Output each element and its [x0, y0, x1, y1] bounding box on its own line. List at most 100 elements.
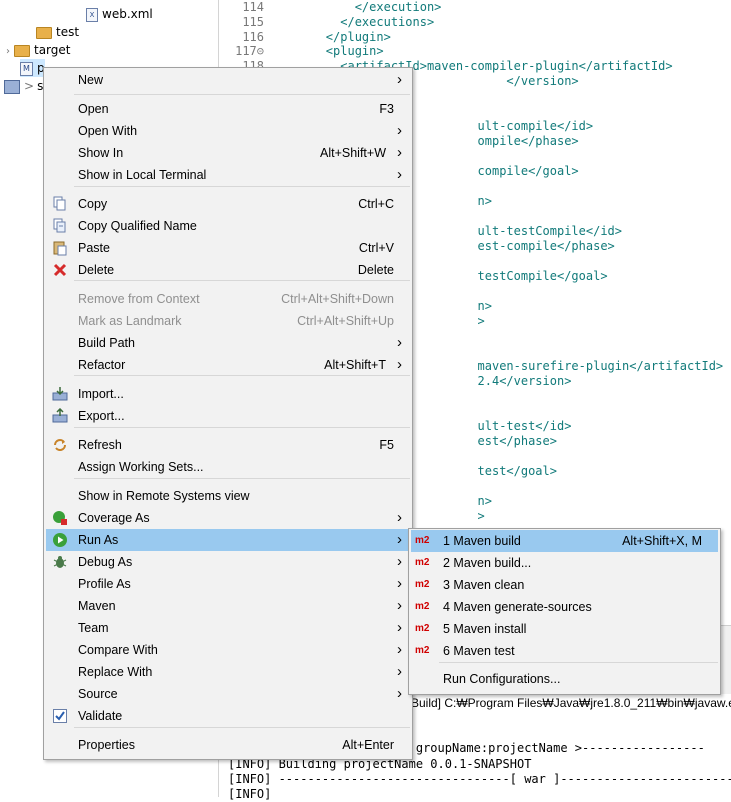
menu-separator [74, 94, 410, 95]
tree-item-target[interactable]: › target [6, 41, 71, 59]
chevron-right-icon: › [397, 531, 402, 548]
menu-item-refactor[interactable]: Refactor Alt+Shift+T › [46, 354, 410, 376]
menu-item-export[interactable]: Export... [46, 405, 410, 427]
menu-item-shortcut: Ctrl+C [358, 197, 394, 211]
chevron-right-icon: › [397, 144, 402, 161]
menu-item-shortcut: F5 [379, 438, 394, 452]
menu-item-label: Refactor [78, 358, 126, 372]
copy-icon [52, 196, 68, 212]
chevron-right-icon: › [397, 356, 402, 373]
menu-item-label: Open [78, 102, 109, 116]
menu-item-label: Copy Qualified Name [78, 219, 197, 233]
menu-item-label: Properties [78, 738, 135, 752]
menu-item-mark-as-landmark[interactable]: Mark as Landmark Ctrl+Alt+Shift+Up [46, 310, 410, 332]
menu-item-label: Compare With [78, 643, 158, 657]
console-line: [INFO] --------------------------------[… [228, 772, 731, 786]
menu-separator [439, 662, 718, 663]
menu-item-show-in[interactable]: Show In Alt+Shift+W › [46, 142, 410, 164]
tree-item-pom[interactable]: Mp [20, 59, 45, 77]
menu-item-label: Paste [78, 241, 110, 255]
chevron-right-icon[interactable]: > [24, 79, 34, 93]
menu-item-team[interactable]: Team › [46, 617, 410, 639]
menu-item-label: Source [78, 687, 118, 701]
submenu-item-7[interactable]: Run Configurations... [411, 668, 718, 690]
maven-file-icon: M [20, 61, 33, 76]
menu-item-label: Debug As [78, 555, 133, 569]
menu-item-open[interactable]: Open F3 [46, 98, 410, 120]
debug-icon [52, 554, 68, 570]
tree-item-label: test [56, 25, 80, 39]
chevron-right-icon: › [397, 641, 402, 658]
coverage-icon [52, 510, 68, 526]
submenu-item-6[interactable]: m2 6 Maven test [411, 640, 718, 662]
menu-item-label: Show In [78, 146, 124, 160]
menu-item-label: Run As [78, 533, 119, 547]
editor-line[interactable]: 114 </execution> [219, 0, 441, 15]
editor-line-text: <plugin> [268, 44, 384, 58]
menu-item-paste[interactable]: Paste Ctrl+V [46, 237, 410, 259]
chevron-right-icon: › [397, 71, 402, 88]
submenu-item-label: 4 Maven generate-sources [443, 600, 592, 614]
menu-item-run-as[interactable]: Run As › [46, 529, 410, 551]
editor-line[interactable]: 115 </executions> [219, 15, 434, 30]
submenu-item-2[interactable]: m2 2 Maven build... [411, 552, 718, 574]
menu-item-copy-qualified-name[interactable]: Copy Qualified Name [46, 215, 410, 237]
menu-item-label: New [78, 73, 104, 87]
tree-item-label: target [34, 43, 71, 57]
menu-item-profile-as[interactable]: Profile As › [46, 573, 410, 595]
menu-item-coverage-as[interactable]: Coverage As › [46, 507, 410, 529]
menu-separator [74, 727, 410, 728]
menu-separator [74, 427, 410, 428]
m2-icon: m2 [415, 535, 430, 546]
menu-item-compare-with[interactable]: Compare With › [46, 639, 410, 661]
m2-icon: m2 [415, 601, 430, 612]
menu-item-show-in-local-terminal[interactable]: Show in Local Terminal › [46, 164, 410, 186]
chevron-right-icon: › [397, 122, 402, 139]
menu-item-label: Export... [78, 409, 125, 423]
tree-item-test[interactable]: test [36, 23, 79, 41]
menu-item-import[interactable]: Import... [46, 383, 410, 405]
menu-item-label: Build Path [78, 336, 135, 350]
chevron-right-icon: › [397, 166, 402, 183]
run-as-submenu: m2 1 Maven build Alt+Shift+X, M m2 2 Maven b… [408, 528, 721, 695]
menu-item-label: Mark as Landmark [78, 314, 182, 328]
menu-item-label: Open With [78, 124, 138, 138]
console-line: [INFO] [228, 787, 272, 801]
menu-item-validate[interactable]: Validate [46, 705, 410, 727]
paste-icon [52, 240, 68, 256]
menu-item-debug-as[interactable]: Debug As › [46, 551, 410, 573]
menu-item-remove-from-context[interactable]: Remove from Context Ctrl+Alt+Shift+Down [46, 288, 410, 310]
menu-item-open-with[interactable]: Open With › [46, 120, 410, 142]
menu-item-delete[interactable]: Delete Delete [46, 259, 410, 281]
submenu-item-3[interactable]: m2 3 Maven clean [411, 574, 718, 596]
chevron-right-icon: › [397, 553, 402, 570]
menu-item-assign-working-sets[interactable]: Assign Working Sets... [46, 456, 410, 478]
menu-item-refresh[interactable]: Refresh F5 [46, 434, 410, 456]
submenu-item-5[interactable]: m2 5 Maven install [411, 618, 718, 640]
delete-icon [52, 262, 68, 278]
tree-item-web-xml[interactable]: Xweb.xml [86, 5, 153, 23]
m2-icon: m2 [415, 623, 430, 634]
menu-item-source[interactable]: Source › [46, 683, 410, 705]
submenu-item-4[interactable]: m2 4 Maven generate-sources [411, 596, 718, 618]
menu-item-replace-with[interactable]: Replace With › [46, 661, 410, 683]
import-icon [52, 386, 68, 402]
menu-item-label: Delete [78, 263, 115, 277]
menu-item-shortcut: Alt+Shift+W [320, 146, 386, 160]
editor-line[interactable]: 116 </plugin> [219, 30, 391, 45]
submenu-item-shortcut: Alt+Shift+X, M [622, 534, 702, 548]
submenu-item-1[interactable]: m2 1 Maven build Alt+Shift+X, M [411, 530, 718, 552]
menu-item-shortcut: Alt+Shift+T [324, 358, 386, 372]
menu-item-new[interactable]: New › [46, 69, 410, 91]
menu-item-copy[interactable]: Copy Ctrl+C [46, 193, 410, 215]
menu-item-build-path[interactable]: Build Path › [46, 332, 410, 354]
tree-item-servers[interactable]: > sl [4, 77, 47, 95]
menu-item-properties[interactable]: Properties Alt+Enter [46, 734, 410, 756]
menu-separator [74, 186, 410, 187]
menu-item-label: Copy [78, 197, 108, 211]
submenu-item-label: 2 Maven build... [443, 556, 532, 570]
menu-item-show-in-remote-systems-view[interactable]: Show in Remote Systems view [46, 485, 410, 507]
chevron-right-icon[interactable]: › [6, 46, 10, 57]
editor-line[interactable]: 117⊝ <plugin> [219, 44, 384, 59]
menu-item-maven[interactable]: Maven › [46, 595, 410, 617]
